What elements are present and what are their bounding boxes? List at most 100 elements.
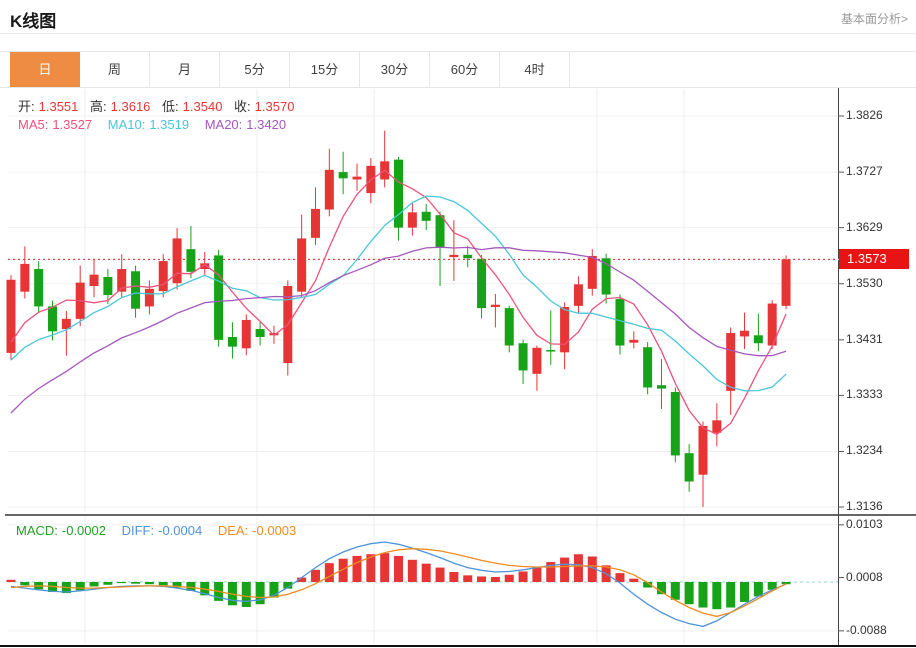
high-label: 高:: [90, 99, 107, 114]
candle-body: [532, 348, 541, 374]
macd-bar: [685, 582, 694, 604]
candle-body: [48, 306, 57, 331]
close-label: 收:: [234, 99, 251, 114]
fundamental-analysis-link[interactable]: 基本面分析>: [841, 10, 908, 27]
macd-bar: [712, 582, 721, 609]
macd-value: -0.0002: [62, 523, 106, 538]
macd-bar: [574, 554, 583, 582]
candle-body: [463, 255, 472, 258]
candle-body: [90, 275, 99, 286]
candle-body: [699, 426, 708, 475]
open-label: 开:: [18, 99, 35, 114]
dea-label: DEA:: [218, 523, 248, 538]
ma5-label: MA5:: [18, 117, 48, 132]
candle-body: [740, 331, 749, 337]
candle-body: [186, 249, 195, 272]
macd-bar: [76, 582, 85, 590]
tab-5分[interactable]: 5分: [220, 52, 290, 87]
ma20-value: 1.3420: [246, 117, 286, 132]
candle-body: [519, 343, 528, 370]
ma10-label: MA10:: [108, 117, 146, 132]
open-value: 1.3551: [39, 99, 79, 114]
candle-body: [325, 170, 334, 210]
macd-bar: [145, 582, 154, 584]
candle-body: [712, 420, 721, 432]
macd-bar: [242, 582, 251, 607]
macd-bar: [505, 575, 514, 582]
ohlc-legend: 开:1.3551 高:1.3616 低:1.3540 收:1.3570: [18, 96, 298, 115]
kline-widget: K线图 基本面分析> 日周月5分15分30分60分4时 开: 1.3551 高: 1…: [0, 0, 916, 648]
candle-body: [491, 305, 500, 307]
candle-body: [782, 259, 791, 305]
candle-body: [560, 307, 569, 352]
candle-body: [34, 269, 43, 306]
candle-body: [145, 289, 154, 307]
diff-label: DIFF:: [122, 523, 155, 538]
macd-bar: [353, 556, 362, 582]
candle-body: [256, 329, 265, 337]
macd-bar: [325, 563, 334, 582]
macd-bar: [436, 568, 445, 582]
candle-body: [574, 284, 583, 306]
macd-bar: [740, 582, 749, 602]
candle-body: [546, 350, 555, 352]
y-axis-label: 1.3136: [846, 499, 883, 513]
macd-bar: [699, 582, 708, 608]
ma20-line: [11, 247, 786, 413]
candle-body: [436, 215, 445, 248]
candle-body: [505, 308, 514, 345]
page-title: K线图: [10, 7, 56, 32]
macd-bar: [159, 582, 168, 585]
macd-bar: [131, 582, 140, 584]
candle-body: [228, 337, 237, 347]
y-axis-label: 1.3530: [846, 276, 883, 290]
candle-body: [477, 259, 486, 308]
candle-body: [242, 320, 251, 348]
macd-bar: [477, 576, 486, 582]
candle-body: [657, 385, 666, 388]
tab-日[interactable]: 日: [10, 52, 80, 87]
macd-label: MACD:: [16, 523, 58, 538]
y-axis-label: 1.3234: [846, 443, 883, 457]
tab-4时[interactable]: 4时: [500, 52, 570, 87]
ma20-label: MA20:: [205, 117, 243, 132]
y-axis-label: 0.0103: [846, 517, 883, 531]
macd-legend: MACD: -0.0002 DIFF:-0.0004 DEA: -0.0003: [16, 523, 304, 538]
macd-bar: [7, 580, 16, 582]
tab-月[interactable]: 月: [150, 52, 220, 87]
macd-bar: [449, 572, 458, 582]
interval-tab-bar: 日周月5分15分30分60分4时: [0, 51, 916, 88]
macd-bar: [256, 582, 265, 604]
tab-30分[interactable]: 30分: [360, 52, 430, 87]
candle-body: [726, 333, 735, 391]
macd-bar: [103, 582, 112, 585]
y-axis-label: 0.0008: [846, 570, 883, 584]
y-axis-label: 1.3333: [846, 387, 883, 401]
diff-value: -0.0004: [158, 523, 202, 538]
macd-bar: [560, 558, 569, 582]
candle-body: [131, 271, 140, 308]
macd-bar: [463, 575, 472, 582]
high-value: 1.3616: [111, 99, 151, 114]
candle-body: [685, 453, 694, 481]
candle-body: [408, 212, 417, 227]
candle-body: [214, 255, 223, 339]
candle-body: [643, 347, 652, 387]
macd-bar: [20, 582, 29, 585]
y-axis-label: 1.3629: [846, 220, 883, 234]
macd-bar: [422, 564, 431, 582]
candle-body: [615, 299, 624, 345]
diff-line: [11, 542, 786, 626]
candle-body: [422, 212, 431, 221]
current-price-marker: 1.3573: [839, 249, 909, 269]
close-value: 1.3570: [255, 99, 295, 114]
candle-body: [671, 392, 680, 455]
low-value: 1.3540: [183, 99, 223, 114]
tab-周[interactable]: 周: [80, 52, 150, 87]
y-axis-label: 1.3727: [846, 164, 883, 178]
tab-15分[interactable]: 15分: [290, 52, 360, 87]
candle-body: [311, 209, 320, 238]
tab-60分[interactable]: 60分: [430, 52, 500, 87]
candle-body: [297, 238, 306, 291]
dea-value: -0.0003: [252, 523, 296, 538]
